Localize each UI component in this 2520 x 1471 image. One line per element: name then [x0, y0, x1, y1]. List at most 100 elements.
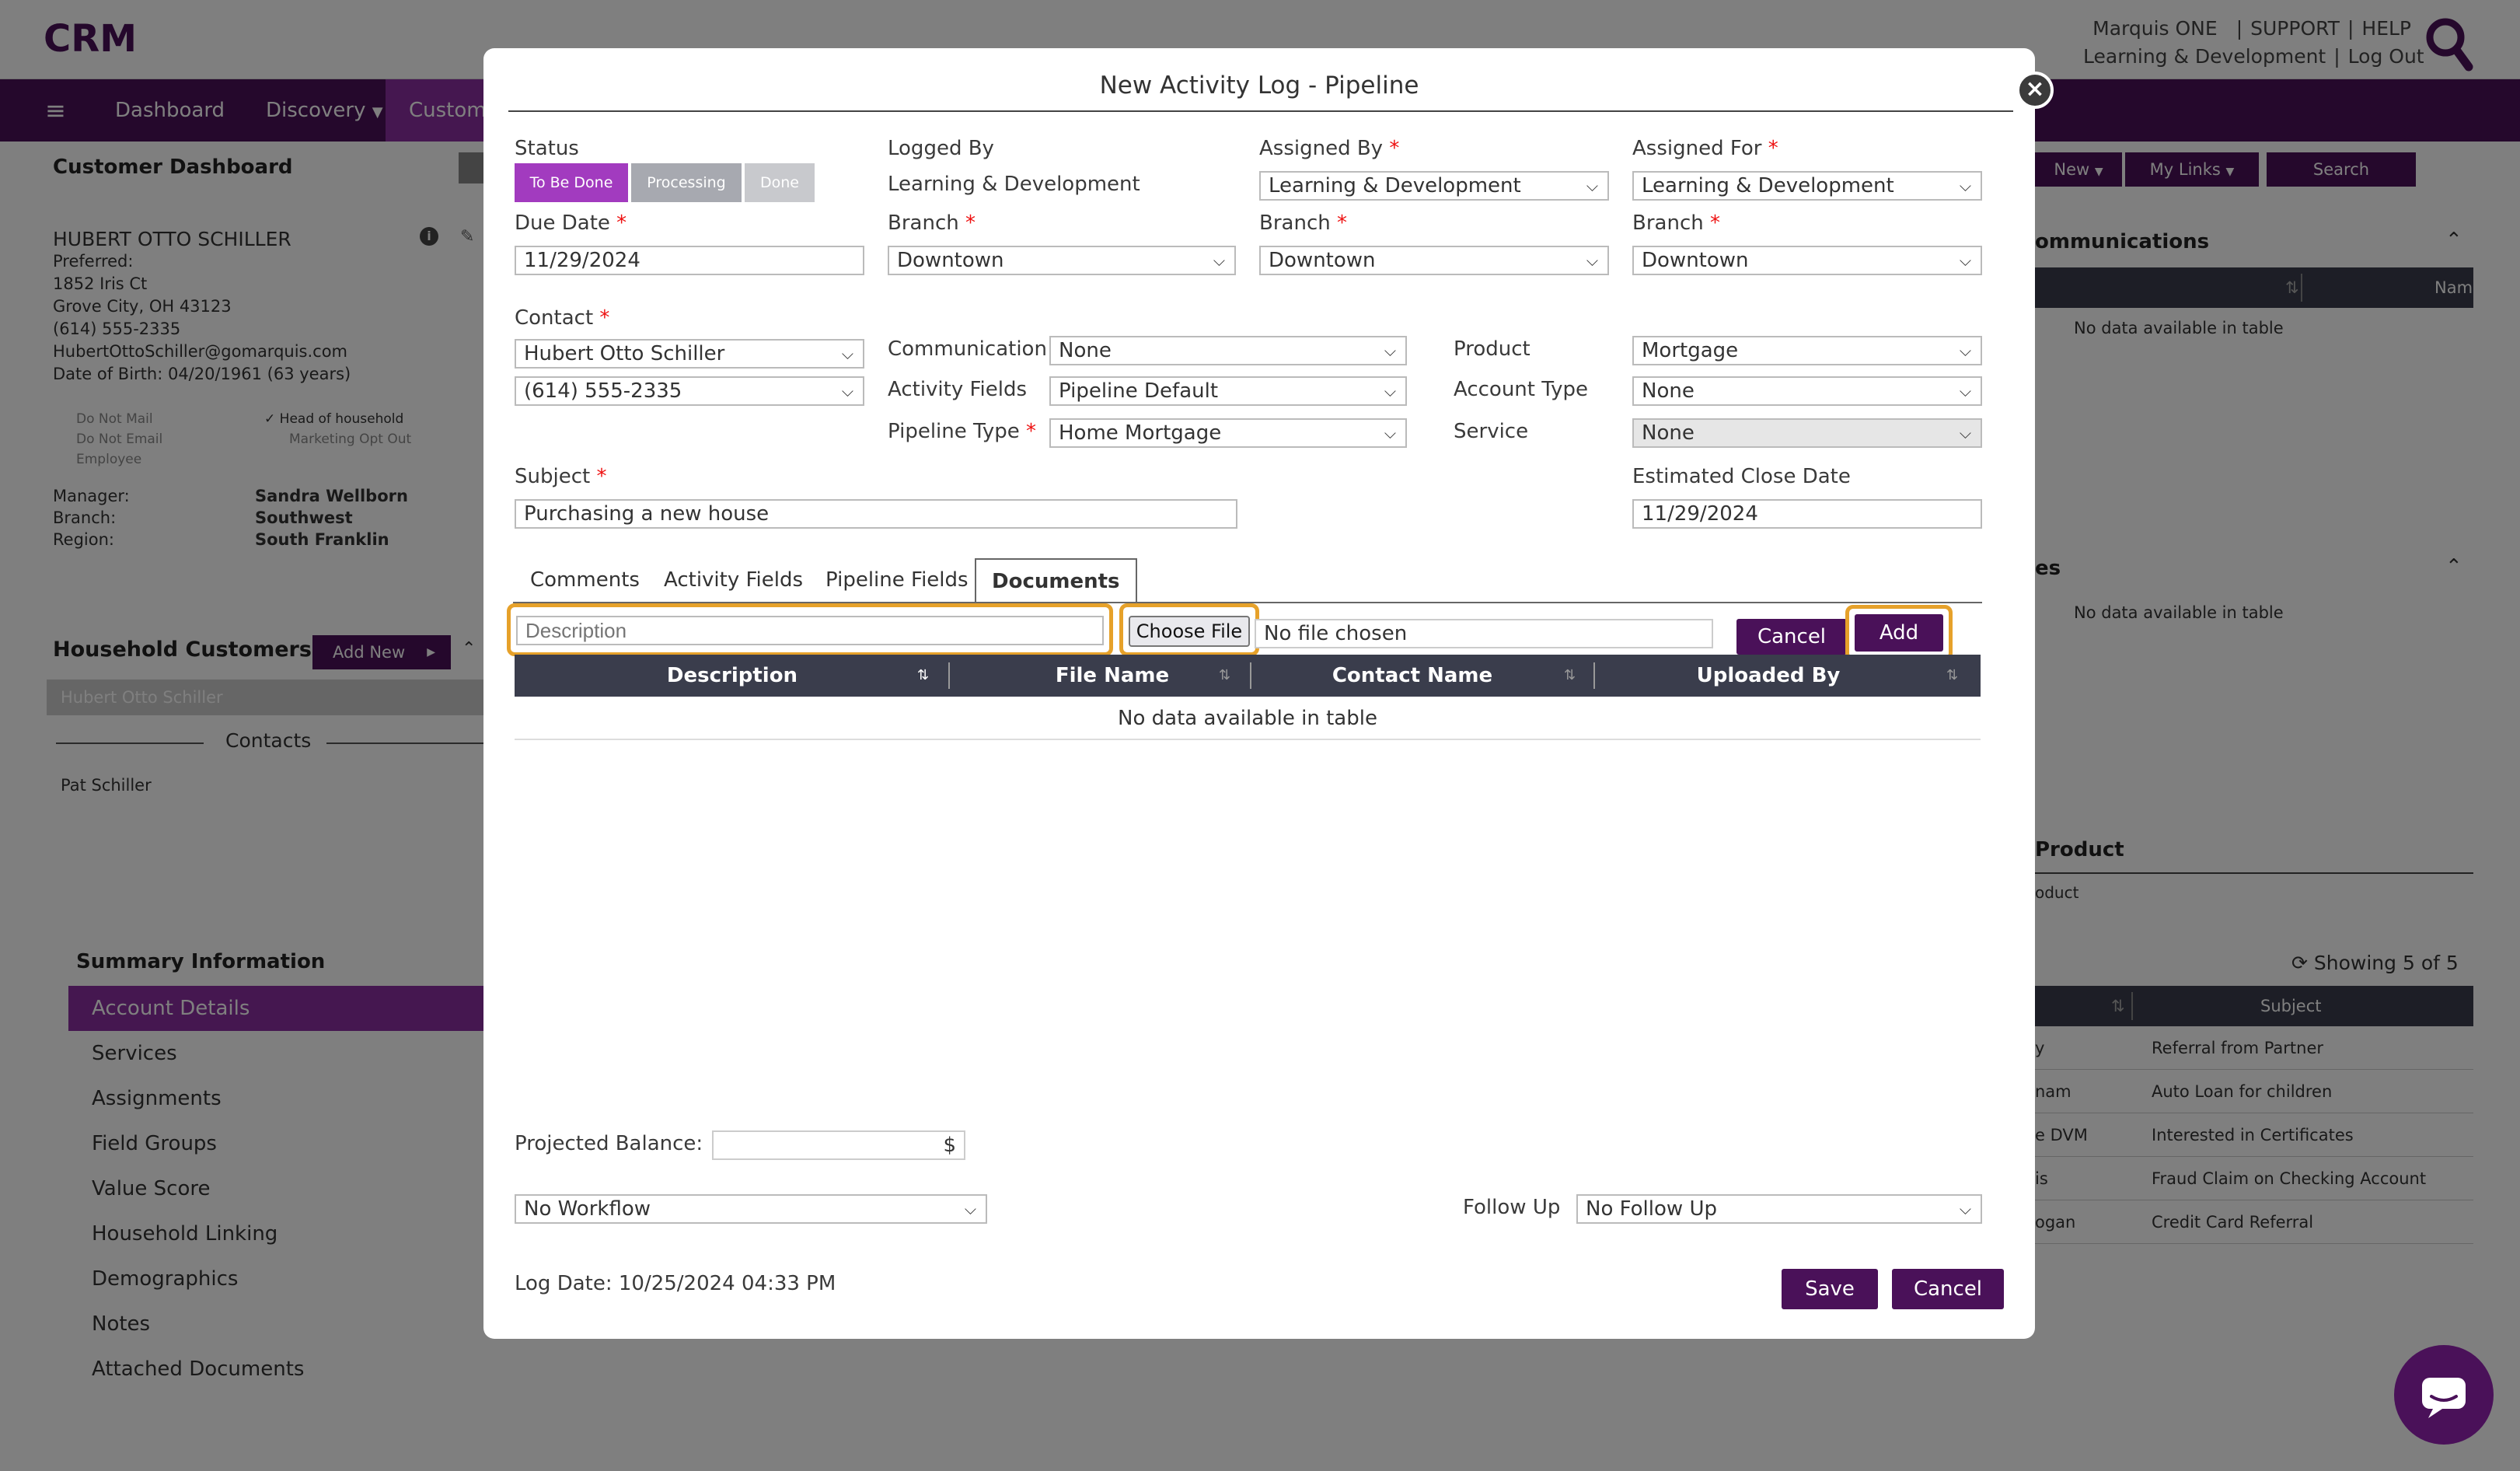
col-contact-name[interactable]: Contact Name [1251, 655, 1573, 697]
assigned-by-label: Assigned By * [1259, 137, 1399, 160]
document-description-input[interactable] [516, 616, 1104, 645]
due-date-label: Due Date * [515, 211, 627, 235]
subject-input[interactable]: Purchasing a new house [515, 499, 1237, 529]
status-processing[interactable]: Processing [631, 163, 742, 202]
product-select[interactable]: Mortgage ⌵ [1632, 336, 1982, 365]
communication-select[interactable]: None ⌵ [1049, 336, 1407, 365]
choose-file-button[interactable]: Choose File [1129, 616, 1250, 647]
select-value: Pipeline Default [1059, 379, 1219, 403]
est-close-input[interactable]: 11/29/2024 [1632, 499, 1982, 529]
activity-fields-label: Activity Fields [888, 378, 1028, 401]
assigned-by-select[interactable]: Learning & Development ⌵ [1259, 171, 1609, 201]
tab-activity-fields[interactable]: Activity Fields [664, 558, 803, 602]
select-value: No Follow Up [1586, 1197, 1717, 1221]
account-type-label: Account Type [1454, 378, 1588, 401]
select-value: Learning & Development [1269, 174, 1521, 197]
log-date: Log Date: 10/25/2024 04:33 PM [515, 1272, 836, 1295]
label-text: Subject [515, 465, 591, 488]
projected-balance-label: Projected Balance: [515, 1132, 703, 1155]
cancel-button[interactable]: Cancel [1892, 1269, 2004, 1309]
branch-label: Branch * [1259, 211, 1347, 235]
chevron-down-icon: ⌵ [964, 1200, 976, 1218]
est-close-label: Estimated Close Date [1632, 465, 1851, 488]
required-mark: * [1336, 211, 1347, 235]
file-name-display: No file chosen [1255, 619, 1713, 648]
document-cancel-button[interactable]: Cancel [1736, 619, 1847, 655]
branch-select-assigned-by[interactable]: Downtown ⌵ [1259, 246, 1609, 275]
tab-comments[interactable]: Comments [530, 558, 640, 602]
status-to-be-done[interactable]: To Be Done [515, 163, 628, 202]
chevron-down-icon: ⌵ [1586, 251, 1598, 270]
select-value: Learning & Development [1642, 174, 1894, 197]
status-done[interactable]: Done [745, 163, 815, 202]
contact-label: Contact * [515, 306, 609, 330]
assigned-for-select[interactable]: Learning & Development ⌵ [1632, 171, 1982, 201]
label-text: Pipeline Type [888, 420, 1020, 443]
sort-icon[interactable]: ⇅ [1564, 655, 1576, 697]
select-value: No Workflow [524, 1197, 651, 1221]
assigned-for-label: Assigned For * [1632, 137, 1778, 160]
select-value: None [1059, 339, 1112, 362]
activity-fields-select[interactable]: Pipeline Default ⌵ [1049, 376, 1407, 406]
sort-asc-icon[interactable]: ⇅ [917, 655, 929, 697]
chat-icon [2422, 1378, 2466, 1418]
col-description[interactable]: Description [515, 655, 950, 697]
currency-symbol: $ [943, 1134, 956, 1157]
required-mark: * [616, 211, 627, 235]
tab-bar: Comments Activity Fields Pipeline Fields… [513, 558, 1982, 603]
chevron-down-icon: ⌵ [1959, 341, 1971, 360]
select-value: Downtown [1642, 249, 1749, 272]
contact-phone-select[interactable]: (614) 555-2335 ⌵ [515, 376, 864, 406]
chevron-down-icon: ⌵ [1959, 251, 1971, 270]
chevron-down-icon: ⌵ [1586, 176, 1598, 195]
document-add-button[interactable]: Add [1855, 614, 1943, 652]
due-date-input[interactable]: 11/29/2024 [515, 246, 864, 275]
projected-balance-input[interactable]: $ [712, 1130, 965, 1160]
product-label: Product [1454, 337, 1530, 361]
branch-select-logged[interactable]: Downtown ⌵ [888, 246, 1236, 275]
chevron-down-icon: ⌵ [1384, 424, 1396, 442]
required-mark: * [596, 465, 607, 488]
chat-button[interactable] [2394, 1345, 2494, 1445]
label-text: Branch [1632, 211, 1704, 235]
sort-icon[interactable]: ⇅ [1219, 655, 1230, 697]
label-text: Branch [1259, 211, 1331, 235]
select-value: Mortgage [1642, 339, 1739, 362]
label-text: Contact [515, 306, 594, 330]
close-icon[interactable]: × [2016, 72, 2054, 109]
save-button[interactable]: Save [1782, 1269, 1878, 1309]
required-mark: * [1768, 137, 1778, 160]
col-uploaded-by[interactable]: Uploaded By [1595, 655, 1942, 697]
branch-label: Branch * [888, 211, 976, 235]
documents-empty-row: No data available in table [515, 697, 1981, 740]
subject-label: Subject * [515, 465, 606, 488]
pipeline-type-select[interactable]: Home Mortgage ⌵ [1049, 418, 1407, 448]
select-value: Downtown [1269, 249, 1376, 272]
service-select[interactable]: None ⌵ [1632, 418, 1982, 448]
required-mark: * [1709, 211, 1720, 235]
label-text: Due Date [515, 211, 610, 235]
tab-documents[interactable]: Documents [975, 558, 1137, 603]
required-mark: * [1389, 137, 1400, 160]
select-value: Home Mortgage [1059, 421, 1222, 445]
chevron-down-icon: ⌵ [1384, 382, 1396, 400]
sort-icon[interactable]: ⇅ [1946, 655, 1958, 697]
chevron-down-icon: ⌵ [1384, 341, 1396, 360]
chevron-down-icon: ⌵ [1959, 1200, 1971, 1218]
tab-pipeline-fields[interactable]: Pipeline Fields [825, 558, 969, 602]
title-divider [508, 110, 2013, 112]
branch-label: Branch * [1632, 211, 1720, 235]
select-value: Downtown [897, 249, 1004, 272]
contact-name-select[interactable]: Hubert Otto Schiller ⌵ [515, 339, 864, 369]
documents-table-header: Description ⇅ File Name ⇅ Contact Name ⇅… [515, 655, 1981, 697]
follow-up-select[interactable]: No Follow Up ⌵ [1576, 1194, 1982, 1224]
label-text: Assigned By [1259, 137, 1384, 160]
chevron-down-icon: ⌵ [1959, 424, 1971, 442]
chevron-down-icon: ⌵ [841, 344, 853, 363]
status-label: Status [515, 137, 579, 160]
required-mark: * [1026, 420, 1037, 443]
account-type-select[interactable]: None ⌵ [1632, 376, 1982, 406]
workflow-select[interactable]: No Workflow ⌵ [515, 1194, 987, 1224]
branch-select-assigned-for[interactable]: Downtown ⌵ [1632, 246, 1982, 275]
communication-label: Communication [888, 337, 1047, 361]
